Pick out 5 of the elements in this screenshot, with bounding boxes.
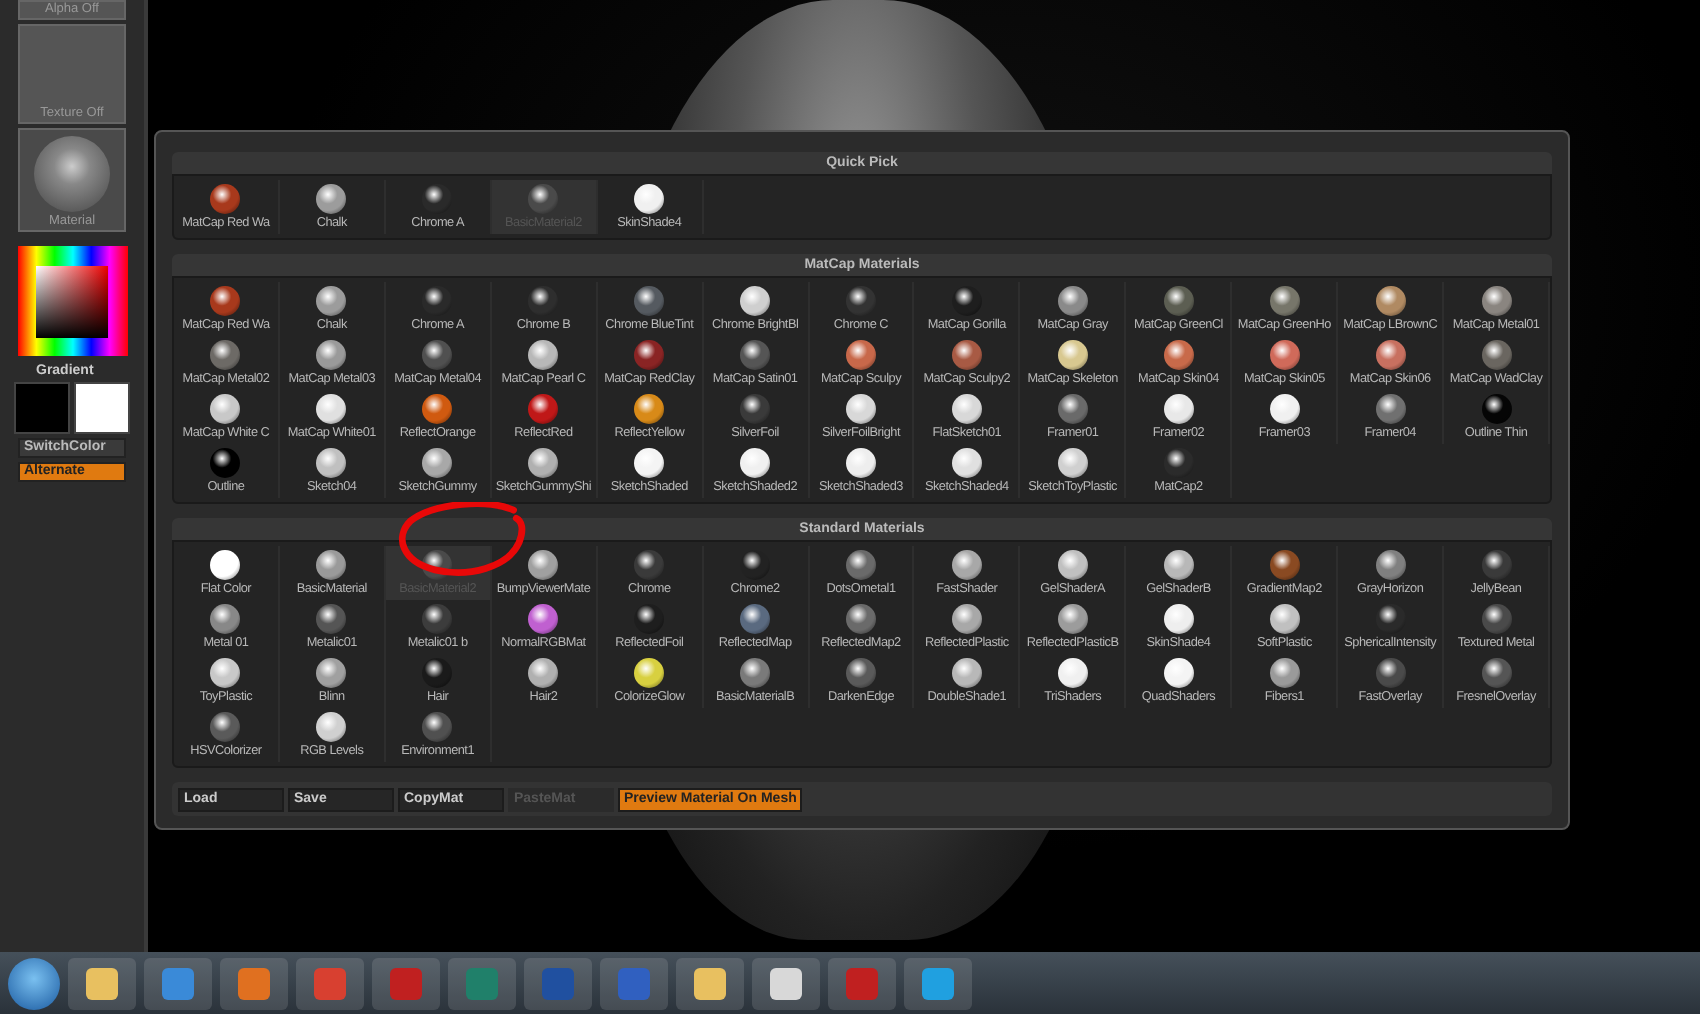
color-swatch[interactable]: [74, 382, 130, 434]
color-swatch[interactable]: [14, 382, 70, 434]
start-button[interactable]: [8, 957, 60, 1009]
sphere-icon: [34, 136, 110, 212]
color-picker[interactable]: [17, 246, 127, 356]
